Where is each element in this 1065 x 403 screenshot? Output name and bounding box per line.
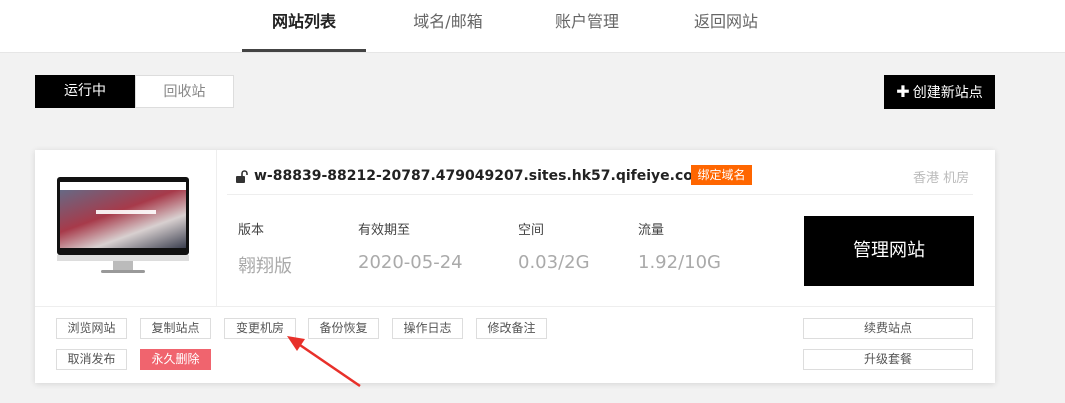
unpublish-button[interactable]: 取消发布 bbox=[56, 349, 127, 370]
bind-domain-button[interactable]: 绑定域名 bbox=[691, 165, 752, 185]
divider bbox=[35, 306, 995, 307]
monitor-base bbox=[101, 270, 145, 273]
expiry-label: 有效期至 bbox=[358, 223, 411, 238]
site-thumbnail[interactable] bbox=[55, 175, 195, 280]
copy-site-button[interactable]: 复制站点 bbox=[140, 318, 211, 339]
unlock-icon bbox=[236, 170, 248, 183]
tab-domain-email[interactable]: 域名/邮箱 bbox=[380, 0, 516, 52]
create-site-button[interactable]: ✚ 创建新站点 bbox=[884, 75, 995, 109]
preview-header-bar bbox=[60, 182, 186, 190]
monitor-neck bbox=[113, 261, 133, 270]
recycle-bin-tab-button[interactable]: 回收站 bbox=[135, 75, 234, 108]
upgrade-plan-button[interactable]: 升级套餐 bbox=[803, 349, 973, 370]
version-label: 版本 bbox=[238, 223, 265, 238]
traffic-label: 流量 bbox=[638, 223, 665, 238]
version-value: 翱翔版 bbox=[238, 256, 292, 277]
tab-site-list[interactable]: 网站列表 bbox=[242, 0, 366, 52]
space-value: 0.03/2G bbox=[518, 252, 590, 273]
site-preview-image bbox=[60, 182, 186, 248]
site-card: w-88839-88212-20787.479049207.sites.hk57… bbox=[35, 150, 995, 383]
space-label: 空间 bbox=[518, 223, 545, 238]
tab-return-site[interactable]: 返回网站 bbox=[660, 0, 792, 52]
divider bbox=[227, 194, 973, 195]
manage-site-button[interactable]: 管理网站 bbox=[804, 216, 974, 286]
expiry-value: 2020-05-24 bbox=[358, 252, 463, 273]
permanent-delete-button[interactable]: 永久删除 bbox=[140, 349, 211, 370]
edit-remark-button[interactable]: 修改备注 bbox=[476, 318, 547, 339]
server-location: 香港 机房 bbox=[913, 171, 970, 186]
backup-restore-button[interactable]: 备份恢复 bbox=[308, 318, 379, 339]
traffic-value: 1.92/10G bbox=[638, 252, 721, 273]
browse-site-button[interactable]: 浏览网站 bbox=[56, 318, 127, 339]
change-server-room-button[interactable]: 变更机房 bbox=[224, 318, 296, 339]
site-url[interactable]: w-88839-88212-20787.479049207.sites.hk57… bbox=[254, 166, 708, 186]
top-nav: 网站列表 域名/邮箱 账户管理 返回网站 bbox=[0, 0, 1065, 53]
running-tab-button[interactable]: 运行中 bbox=[35, 75, 135, 108]
divider bbox=[216, 150, 217, 306]
tab-account[interactable]: 账户管理 bbox=[522, 0, 652, 52]
operation-log-button[interactable]: 操作日志 bbox=[392, 318, 463, 339]
active-tab-indicator bbox=[242, 49, 366, 52]
plus-icon: ✚ bbox=[896, 82, 910, 101]
monitor-screen-icon bbox=[57, 177, 189, 255]
preview-title-graphic bbox=[96, 210, 156, 214]
create-site-label: 创建新站点 bbox=[912, 85, 983, 101]
renew-site-button[interactable]: 续费站点 bbox=[803, 318, 973, 339]
